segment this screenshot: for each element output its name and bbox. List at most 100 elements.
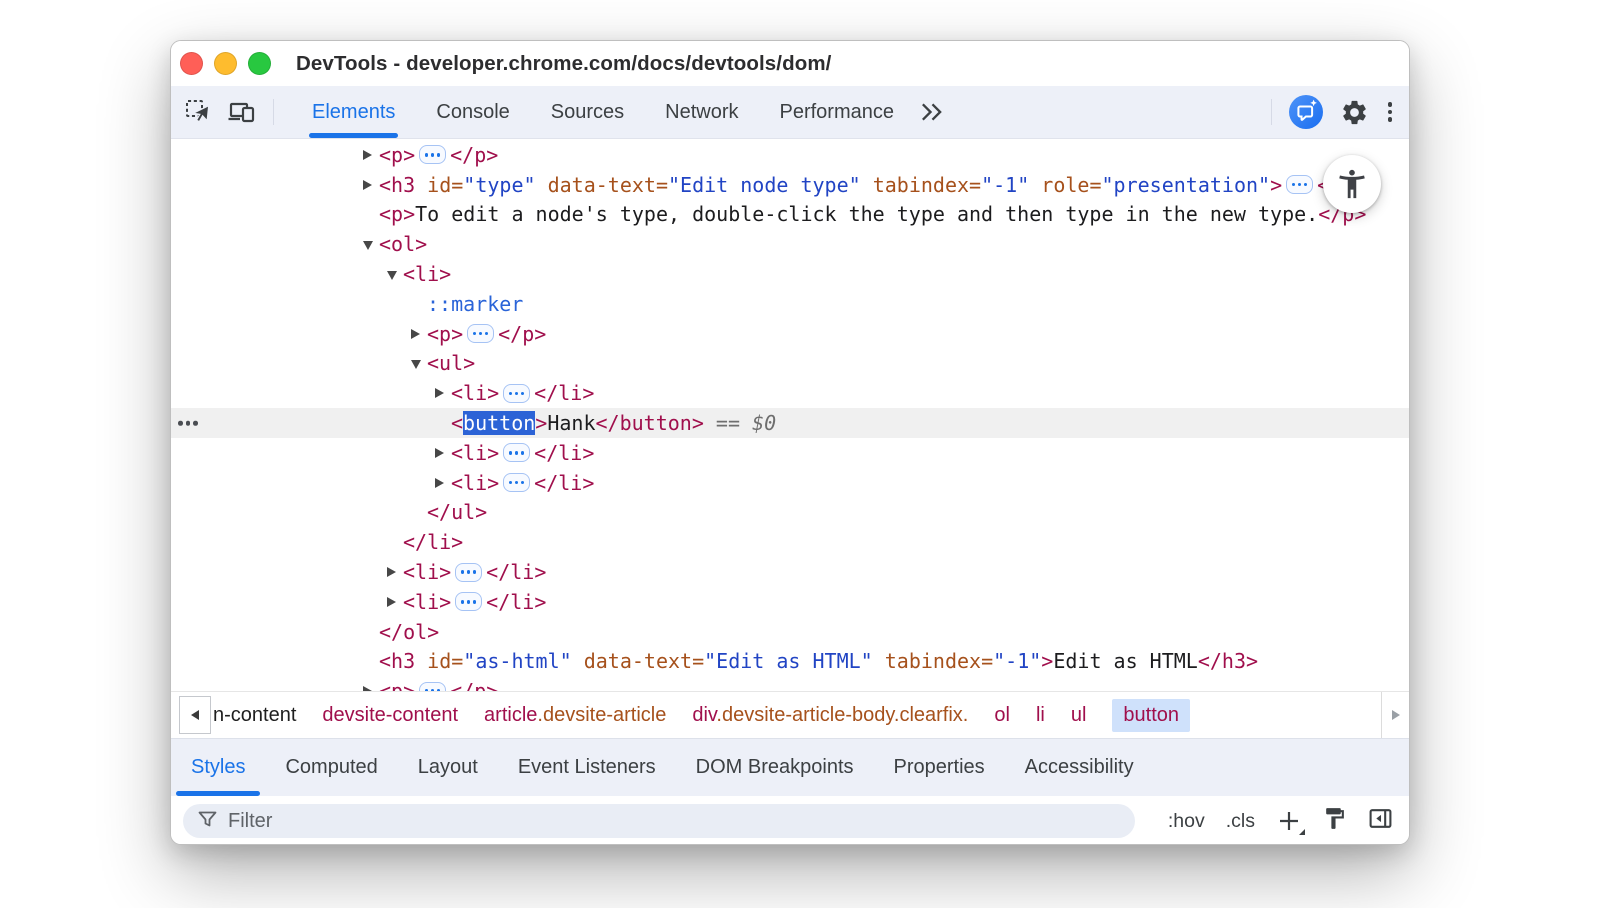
tree-row-selected[interactable]: <button>Hank</button> == $0 xyxy=(171,408,1409,438)
inline-expand-icon[interactable] xyxy=(503,384,530,403)
code-token: "Edit node type" xyxy=(668,173,861,197)
filter-input[interactable] xyxy=(228,810,628,833)
breadcrumb-scroll-left-button[interactable] xyxy=(179,696,211,734)
tab-dom-breakpoints[interactable]: DOM Breakpoints xyxy=(676,739,874,796)
disclosure-triangle-icon[interactable] xyxy=(387,597,403,607)
filter-bar-controls: :hov .cls xyxy=(1168,806,1393,837)
settings-gear-icon[interactable] xyxy=(1340,98,1369,127)
tree-row[interactable]: <ul> xyxy=(171,349,1409,379)
styles-filter-bar: :hov .cls xyxy=(171,796,1409,845)
device-toolbar-icon[interactable] xyxy=(227,97,257,127)
ai-assistant-icon[interactable] xyxy=(1289,95,1323,129)
breadcrumb-item[interactable]: ol xyxy=(994,704,1010,727)
disclosure-triangle-icon[interactable] xyxy=(435,388,451,398)
paint-brush-icon[interactable] xyxy=(1322,806,1347,837)
tree-row[interactable]: </li> xyxy=(171,527,1409,557)
toggle-element-state-button[interactable]: :hov xyxy=(1168,810,1205,833)
dom-tree[interactable]: <p></p><h3 id="type" data-text="Edit nod… xyxy=(171,140,1409,691)
main-toolbar: Elements Console Sources Network Perform… xyxy=(171,86,1409,139)
code-token: Edit as HTML xyxy=(1053,649,1198,673)
tree-row[interactable]: <li></li> xyxy=(171,468,1409,498)
traffic-lights xyxy=(180,52,271,75)
breadcrumb-scroll-right-button[interactable] xyxy=(1381,692,1409,738)
tree-row[interactable]: <h3 id="as-html" data-text="Edit as HTML… xyxy=(171,647,1409,677)
accessibility-overlay-button[interactable] xyxy=(1323,155,1381,213)
zoom-window-button[interactable] xyxy=(248,52,271,75)
tab-elements[interactable]: Elements xyxy=(312,86,395,138)
tree-row[interactable]: <li></li> xyxy=(171,378,1409,408)
tree-row[interactable]: <li></li> xyxy=(171,438,1409,468)
code-token: </h3> xyxy=(1198,649,1258,673)
accessibility-icon xyxy=(1335,167,1369,201)
more-menu-icon[interactable] xyxy=(1386,100,1395,124)
tab-accessibility[interactable]: Accessibility xyxy=(1005,739,1154,796)
code-token: role= xyxy=(1029,173,1101,197)
breadcrumb-item[interactable]: div.devsite-article-body.clearfix. xyxy=(692,704,968,727)
tree-row[interactable]: <p>To edit a node's type, double-click t… xyxy=(171,200,1409,230)
breadcrumb-item[interactable]: n-content xyxy=(213,704,296,727)
code-token: "-1" xyxy=(981,173,1029,197)
disclosure-triangle-icon[interactable] xyxy=(411,329,427,339)
inspect-icon[interactable] xyxy=(184,98,212,126)
code-token: <li> xyxy=(403,262,451,286)
element-classes-button[interactable]: .cls xyxy=(1226,810,1255,833)
disclosure-triangle-icon[interactable] xyxy=(435,448,451,458)
code-token: <p> xyxy=(379,202,415,226)
inline-expand-icon[interactable] xyxy=(419,145,446,164)
row-overflow-icon[interactable] xyxy=(178,421,198,426)
code-token: <li> xyxy=(403,560,451,584)
minimize-window-button[interactable] xyxy=(214,52,237,75)
disclosure-triangle-icon[interactable] xyxy=(387,567,403,577)
inline-expand-icon[interactable] xyxy=(503,473,530,492)
more-tabs-chevron-icon[interactable] xyxy=(919,101,944,123)
tab-layout[interactable]: Layout xyxy=(398,739,498,796)
tree-row[interactable]: <h3 id="type" data-text="Edit node type"… xyxy=(171,170,1409,200)
inline-expand-icon[interactable] xyxy=(419,682,446,691)
disclosure-triangle-icon[interactable] xyxy=(363,150,379,160)
window-title: DevTools - developer.chrome.com/docs/dev… xyxy=(296,41,831,86)
tab-console[interactable]: Console xyxy=(436,86,509,138)
inline-expand-icon[interactable] xyxy=(455,563,482,582)
disclosure-triangle-icon[interactable] xyxy=(411,357,427,369)
tab-event-listeners[interactable]: Event Listeners xyxy=(498,739,676,796)
code-token: </button> xyxy=(596,411,704,435)
close-window-button[interactable] xyxy=(180,52,203,75)
inline-expand-icon[interactable] xyxy=(1286,175,1313,194)
devtools-window: DevTools - developer.chrome.com/docs/dev… xyxy=(170,40,1410,845)
filter-field[interactable] xyxy=(183,804,1135,838)
tree-row[interactable]: ::marker xyxy=(171,289,1409,319)
tab-sources[interactable]: Sources xyxy=(551,86,624,138)
breadcrumb-item-selected[interactable]: button xyxy=(1112,699,1190,732)
tree-row[interactable]: </ol> xyxy=(171,617,1409,647)
code-token: </p> xyxy=(450,679,498,691)
inline-expand-icon[interactable] xyxy=(467,324,494,343)
dock-side-icon[interactable] xyxy=(1368,806,1393,837)
tab-network[interactable]: Network xyxy=(665,86,738,138)
breadcrumb-item[interactable]: li xyxy=(1036,704,1045,727)
breadcrumb-item[interactable]: ul xyxy=(1071,704,1087,727)
disclosure-triangle-icon[interactable] xyxy=(363,238,379,250)
inline-expand-icon[interactable] xyxy=(455,592,482,611)
tab-computed[interactable]: Computed xyxy=(265,739,397,796)
breadcrumb-item[interactable]: devsite-content xyxy=(322,704,458,727)
new-style-rule-button[interactable] xyxy=(1276,809,1301,834)
disclosure-triangle-icon[interactable] xyxy=(435,478,451,488)
code-token: > xyxy=(1270,173,1282,197)
disclosure-triangle-icon[interactable] xyxy=(363,180,379,190)
panel-tabs: Elements Console Sources Network Perform… xyxy=(312,86,894,138)
breadcrumb-list: n-content devsite-content article.devsit… xyxy=(213,699,1381,732)
tree-row[interactable]: <p></p> xyxy=(171,676,1409,691)
disclosure-triangle-icon[interactable] xyxy=(387,268,403,280)
tab-properties[interactable]: Properties xyxy=(874,739,1005,796)
tree-row[interactable]: <p></p> xyxy=(171,319,1409,349)
tab-styles[interactable]: Styles xyxy=(171,739,265,796)
tab-performance[interactable]: Performance xyxy=(780,86,895,138)
tree-row[interactable]: <li></li> xyxy=(171,587,1409,617)
tree-row[interactable]: </ul> xyxy=(171,498,1409,528)
tree-row[interactable]: <p></p> xyxy=(171,140,1409,170)
inline-expand-icon[interactable] xyxy=(503,443,530,462)
tree-row[interactable]: <li></li> xyxy=(171,557,1409,587)
tree-row[interactable]: <li> xyxy=(171,259,1409,289)
tree-row[interactable]: <ol> xyxy=(171,229,1409,259)
breadcrumb-item[interactable]: article.devsite-article xyxy=(484,704,666,727)
